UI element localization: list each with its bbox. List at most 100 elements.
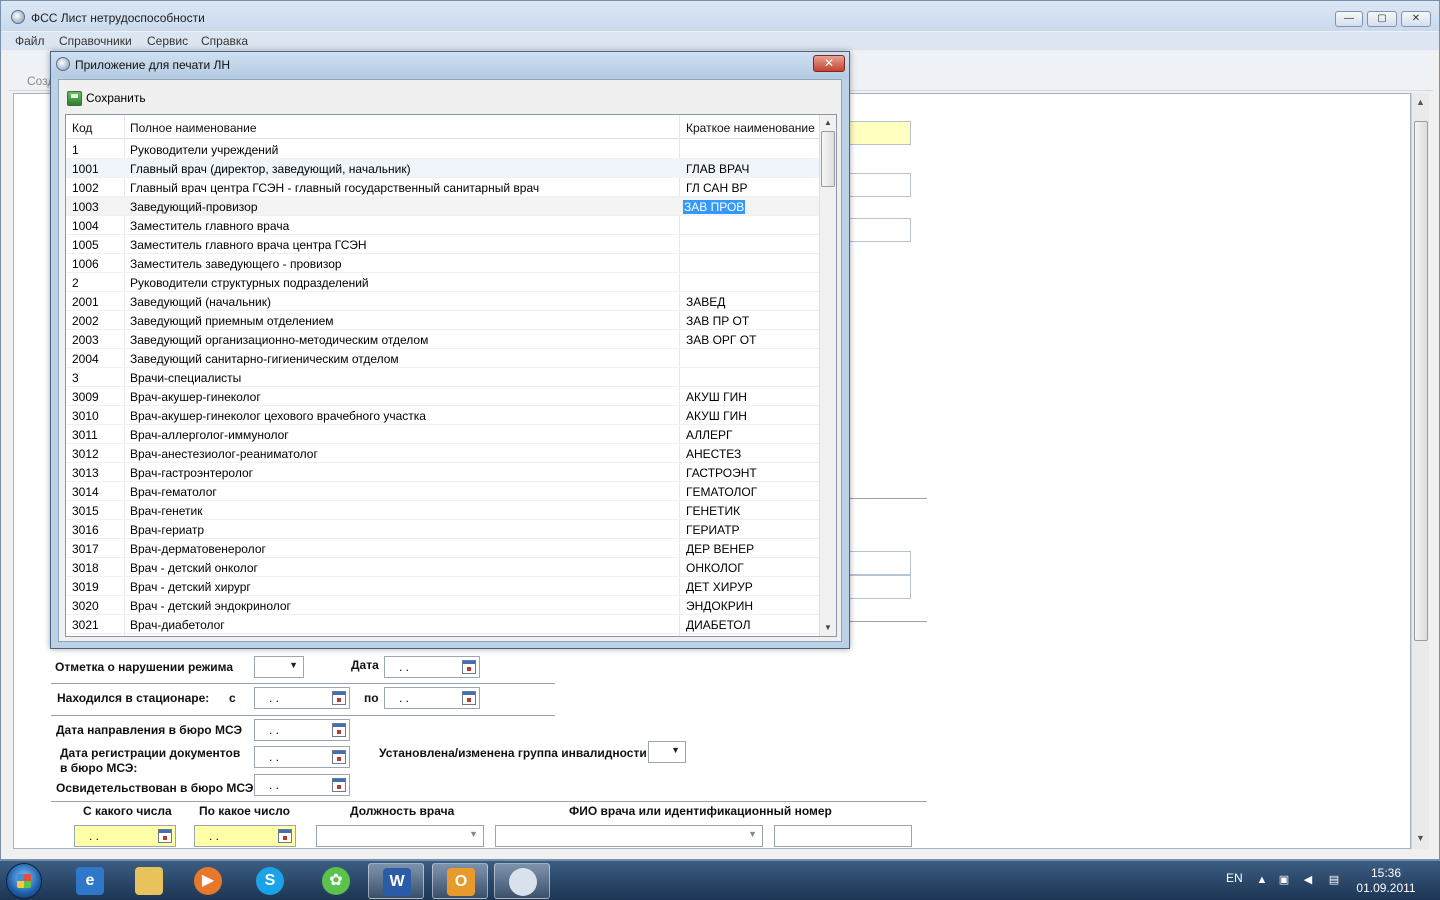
table-row[interactable]: 3021 Врач-диабетолог ДИАБЕТОЛ	[66, 615, 821, 634]
taskbar-skype[interactable]: S	[242, 863, 298, 899]
cell-code[interactable]: 3010	[72, 409, 126, 423]
regime-violation-combo[interactable]: ▼	[254, 656, 304, 678]
cell-short-name[interactable]: АКУШ ГИН	[686, 409, 820, 423]
mse-registration-date-input[interactable]: . .	[254, 746, 350, 768]
table-row[interactable]: 1001 Главный врач (директор, заведующий, …	[66, 159, 821, 178]
hospital-to-input[interactable]: . .	[384, 687, 480, 709]
cell-short-name[interactable]: ГЕМАТОЛОГ	[686, 485, 820, 499]
cell-full-name[interactable]: Руководители структурных подразделений	[130, 276, 678, 290]
cell-full-name[interactable]: Главный врач (директор, заведующий, нача…	[130, 162, 678, 176]
menu-directories[interactable]: Справочники	[59, 34, 132, 48]
table-row[interactable]: 1002 Главный врач центра ГСЭН - главный г…	[66, 178, 821, 197]
cell-full-name[interactable]: Заведующий приемным отделением	[130, 314, 678, 328]
cell-full-name[interactable]: Врач-гематолог	[130, 485, 678, 499]
save-button[interactable]: Сохранить	[67, 88, 146, 108]
system-clock[interactable]: 15:36 01.09.2011	[1356, 866, 1416, 896]
cell-full-name[interactable]: Руководители учреждений	[130, 143, 678, 157]
table-row[interactable]: 1005 Заместитель главного врача центра ГС…	[66, 235, 821, 254]
cell-code[interactable]: 2	[72, 276, 126, 290]
cell-short-name[interactable]: ЗАВ ОРГ ОТ	[686, 333, 820, 347]
cell-full-name[interactable]: Врач-акушер-гинеколог цехового врачебног…	[130, 409, 678, 423]
table-row[interactable]: 3020 Врач - детский эндокринолог ЭНДОКРИН	[66, 596, 821, 615]
cell-short-name[interactable]: ГЛАВ ВРАЧ	[686, 162, 820, 176]
bg-field[interactable]	[849, 575, 911, 599]
menu-file[interactable]: Файл	[15, 34, 45, 48]
cell-full-name[interactable]: Врач - детский онколог	[130, 561, 678, 575]
calendar-icon[interactable]	[158, 829, 172, 843]
cell-full-name[interactable]: Заместитель заведующего - провизор	[130, 257, 678, 271]
cell-short-name[interactable]: ГЛ САН ВР	[686, 181, 820, 195]
start-button-icon[interactable]	[6, 863, 42, 899]
table-row[interactable]: 2 Руководители структурных подразделений	[66, 273, 821, 292]
table-row[interactable]: 3018 Врач - детский онколог ОНКОЛОГ	[66, 558, 821, 577]
cell-full-name[interactable]: Заведующий-провизор	[130, 200, 678, 214]
cell-code[interactable]: 1006	[72, 257, 126, 271]
calendar-icon[interactable]	[462, 660, 476, 674]
scrollbar-thumb[interactable]	[1414, 121, 1428, 641]
cell-full-name[interactable]: Врач - детский хирург	[130, 580, 678, 594]
calendar-icon[interactable]	[332, 778, 346, 792]
table-row[interactable]: 3015 Врач-генетик ГЕНЕТИК	[66, 501, 821, 520]
cell-code[interactable]: 1004	[72, 219, 126, 233]
taskbar-icq[interactable]: ✿	[308, 863, 364, 899]
calendar-icon[interactable]	[332, 691, 346, 705]
close-button[interactable]: ✕	[1401, 11, 1431, 27]
disability-group-combo[interactable]: ▼	[648, 741, 686, 763]
cell-short-name[interactable]: ОНКОЛОГ	[686, 561, 820, 575]
cell-code[interactable]: 3020	[72, 599, 126, 613]
bg-field-yellow[interactable]	[849, 121, 911, 145]
cell-full-name[interactable]: Врач-аллерголог-иммунолог	[130, 428, 678, 442]
table-row[interactable]: 3012 Врач-анестезиолог-реаниматолог АНЕСТЕ…	[66, 444, 821, 463]
cell-code[interactable]: 3009	[72, 390, 126, 404]
col-header-code[interactable]: Код	[72, 121, 92, 135]
cell-full-name[interactable]: Врач - детский эндокринолог	[130, 599, 678, 613]
cell-full-name[interactable]: Заместитель главного врача	[130, 219, 678, 233]
main-title-bar[interactable]: ФСС Лист нетрудоспособности — ▢ ✕	[1, 1, 1439, 31]
doctor-id-input[interactable]	[774, 825, 912, 847]
table-row[interactable]: 3014 Врач-гематолог ГЕМАТОЛОГ	[66, 482, 821, 501]
scroll-up-arrow-icon[interactable]: ▲	[824, 118, 832, 127]
scroll-down-arrow-icon[interactable]: ▼	[824, 623, 832, 632]
bg-field[interactable]	[849, 218, 911, 242]
bg-field[interactable]	[849, 173, 911, 197]
mse-direction-date-input[interactable]: . .	[254, 719, 350, 741]
cell-full-name[interactable]: Заместитель главного врача центра ГСЭН	[130, 238, 678, 252]
cell-code[interactable]: 3012	[72, 447, 126, 461]
cell-code[interactable]: 1002	[72, 181, 126, 195]
cell-code[interactable]: 3014	[72, 485, 126, 499]
cell-code[interactable]: 2002	[72, 314, 126, 328]
table-row[interactable]: 2002 Заведующий приемным отделением ЗАВ ПР…	[66, 311, 821, 330]
cell-short-name[interactable]: ЭНДОКРИН	[686, 599, 820, 613]
table-row[interactable]: 3017 Врач-дерматовенеролог ДЕР ВЕНЕР	[66, 539, 821, 558]
cell-full-name[interactable]: Врачи-специалисты	[130, 371, 678, 385]
action-center-icon[interactable]: ▤	[1328, 874, 1340, 886]
cell-code[interactable]: 3019	[72, 580, 126, 594]
table-row[interactable]: 2003 Заведующий организационно-методическ…	[66, 330, 821, 349]
col-header-full-name[interactable]: Полное наименование	[130, 121, 257, 135]
table-row[interactable]: 3013 Врач-гастроэнтеролог ГАСТРОЭНТ	[66, 463, 821, 482]
cell-full-name[interactable]: Заведующий (начальник)	[130, 295, 678, 309]
cell-short-name[interactable]: АКУШ ГИН	[686, 390, 820, 404]
cell-short-name[interactable]: АЛЛЕРГ	[686, 428, 820, 442]
taskbar-media-player[interactable]: ▶	[180, 863, 236, 899]
calendar-icon[interactable]	[332, 750, 346, 764]
taskbar-internet-explorer[interactable]: e	[62, 863, 118, 899]
table-row[interactable]: 2004 Заведующий санитарно-гигиеническим о…	[66, 349, 821, 368]
cell-code[interactable]: 1001	[72, 162, 126, 176]
cell-code[interactable]: 3021	[72, 618, 126, 632]
cell-short-name[interactable]: ГЕНЕТИК	[686, 504, 820, 518]
keyboard-language-indicator[interactable]: EN	[1226, 871, 1243, 885]
cell-code[interactable]: 2001	[72, 295, 126, 309]
table-row[interactable]: 3019 Врач - детский хирург ДЕТ ХИРУР	[66, 577, 821, 596]
positions-grid[interactable]: Код Полное наименование Краткое наименов…	[65, 114, 837, 637]
menu-service[interactable]: Сервис	[147, 34, 188, 48]
cell-full-name[interactable]: Врач-анестезиолог-реаниматолог	[130, 447, 678, 461]
cell-short-name[interactable]: ГАСТРОЭНТ	[686, 466, 820, 480]
table-row[interactable]: 1 Руководители учреждений	[66, 140, 821, 159]
cell-full-name[interactable]: Врач-гериатр	[130, 523, 678, 537]
cell-code[interactable]: 3017	[72, 542, 126, 556]
volume-icon[interactable]: ◀	[1302, 874, 1314, 886]
taskbar-file-explorer[interactable]	[121, 863, 177, 899]
table-row[interactable]: 3010 Врач-акушер-гинеколог цехового враче…	[66, 406, 821, 425]
scroll-down-arrow-icon[interactable]: ▼	[1416, 833, 1425, 843]
